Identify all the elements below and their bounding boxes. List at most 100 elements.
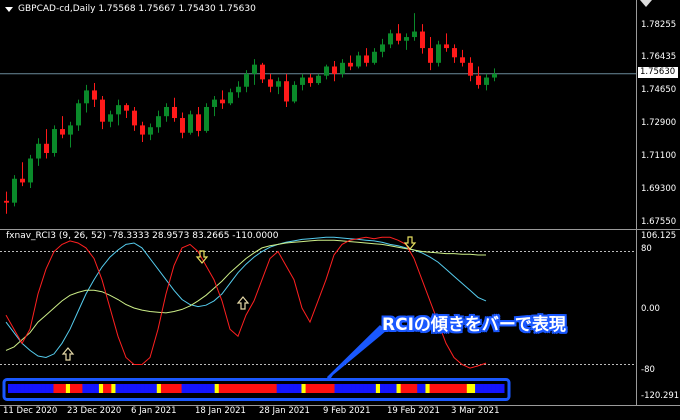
slope-bar-segment xyxy=(491,384,497,393)
indicator-max-label: 106.125 xyxy=(641,231,677,241)
chart-shift-triangle-icon[interactable] xyxy=(640,0,652,7)
slope-bar-segment xyxy=(243,384,249,393)
candle-body xyxy=(52,129,57,153)
candle-body xyxy=(452,48,457,58)
candle-body xyxy=(444,44,449,49)
slope-bar-segment xyxy=(202,384,207,393)
slope-bar-segment xyxy=(462,384,468,393)
slope-bar-segment xyxy=(276,384,282,393)
slope-bar-segment xyxy=(346,384,352,393)
candle-body xyxy=(228,92,233,104)
candle-body xyxy=(28,158,33,183)
sell-arrow-icon xyxy=(403,236,417,250)
candle-body xyxy=(300,77,305,85)
slope-bar-segment xyxy=(363,384,369,393)
slope-bar-segment xyxy=(322,384,327,393)
date-label: 28 Jan 2021 xyxy=(259,406,310,416)
slope-bar-segment xyxy=(107,384,112,393)
collapse-triangle-icon[interactable] xyxy=(5,7,13,12)
annotation-text: RCIの傾きをバーで表現 xyxy=(382,315,566,335)
price-chart-pane[interactable] xyxy=(0,0,636,229)
slope-bar-segment xyxy=(495,384,501,393)
buy-arrow-icon xyxy=(236,296,250,310)
slope-bar-segment xyxy=(487,384,493,393)
slope-bar-segment xyxy=(210,384,216,393)
slope-bar-segment xyxy=(359,384,364,393)
callout-arrow xyxy=(327,325,386,381)
slope-bar-segment xyxy=(433,384,439,393)
price-label: 1.71100 xyxy=(641,151,677,161)
slope-bar-segment xyxy=(264,384,269,393)
slope-bar-segment xyxy=(24,384,30,393)
slope-bar-segment xyxy=(127,384,133,393)
slope-bar-segment xyxy=(152,384,158,393)
slope-bar-segment xyxy=(247,384,253,393)
candle-body xyxy=(108,114,113,122)
candle-body xyxy=(316,75,321,84)
slope-bar-segment xyxy=(408,384,414,393)
slope-bar-segment xyxy=(318,384,323,393)
slope-bar-segment xyxy=(123,384,129,393)
slope-bar-segment xyxy=(284,384,290,393)
price-label: 1.74650 xyxy=(641,85,677,95)
candle-body xyxy=(484,77,489,85)
slope-bar-segment xyxy=(289,384,294,393)
slope-bar-segment xyxy=(239,384,245,393)
slope-bar-segment xyxy=(12,384,17,393)
slope-bar-segment xyxy=(227,384,232,393)
slope-bar-segment xyxy=(41,384,46,393)
candle-body xyxy=(212,99,217,107)
rci-long-line xyxy=(5,236,487,359)
slope-bar-segment xyxy=(160,384,166,393)
slope-bar-segment xyxy=(280,384,286,393)
slope-bar-segment xyxy=(301,384,307,393)
candle-body xyxy=(308,77,313,84)
indicator-level-label: 80 xyxy=(641,244,652,254)
slope-bar-segment xyxy=(36,384,42,393)
candle-body xyxy=(380,44,385,52)
slope-bar-segment xyxy=(214,384,220,393)
candle-body xyxy=(372,51,377,63)
candle-body xyxy=(148,127,153,135)
indicator-level-label: -80 xyxy=(641,365,655,375)
candle-body xyxy=(332,66,337,74)
slope-bar-segment xyxy=(425,384,431,393)
price-label: 1.78255 xyxy=(641,20,677,30)
slope-bar-segment xyxy=(479,384,484,393)
candle-body xyxy=(92,90,97,100)
candle-body xyxy=(68,125,73,135)
candle-body xyxy=(172,106,177,119)
slope-bar-segment xyxy=(400,384,406,393)
slope-bar-segment xyxy=(8,384,13,393)
slope-bar-segment xyxy=(177,384,183,393)
slope-bar-segment xyxy=(458,384,464,393)
slope-bar-segment xyxy=(16,384,21,393)
candle-body xyxy=(60,129,65,135)
candle-body xyxy=(324,66,329,76)
slope-bar-segment xyxy=(218,384,224,393)
candle-body xyxy=(404,37,409,41)
slope-bar-segment xyxy=(222,384,228,393)
slope-bar-segment xyxy=(404,384,410,393)
slope-bar-segment xyxy=(65,384,71,393)
slope-bar-segment xyxy=(326,384,331,393)
candle-body xyxy=(36,143,41,159)
slope-bar-segment xyxy=(293,384,298,393)
candle-body xyxy=(156,116,161,128)
indicator-level-label: 0.00 xyxy=(641,304,660,314)
slope-bar-segment xyxy=(194,384,199,393)
slope-bar-segment xyxy=(442,384,447,393)
slope-bar-segment xyxy=(148,384,154,393)
slope-bar-segment xyxy=(74,384,79,393)
slope-bar-segment xyxy=(86,384,92,393)
indicator-title: fxnav_RCI3 (9, 26, 52) -78.3333 28.9573 … xyxy=(6,231,279,241)
slope-bar-segment xyxy=(392,384,398,393)
slope-bar-segment xyxy=(231,384,236,393)
candle-body xyxy=(348,62,353,67)
candle-body xyxy=(292,84,297,102)
candle-body xyxy=(4,200,9,203)
symbol-title: GBPCAD-cd,Daily 1.75568 1.75667 1.75430 … xyxy=(18,4,256,14)
candle-body xyxy=(188,114,193,133)
candle-body xyxy=(260,64,265,80)
candle-body xyxy=(180,118,185,133)
